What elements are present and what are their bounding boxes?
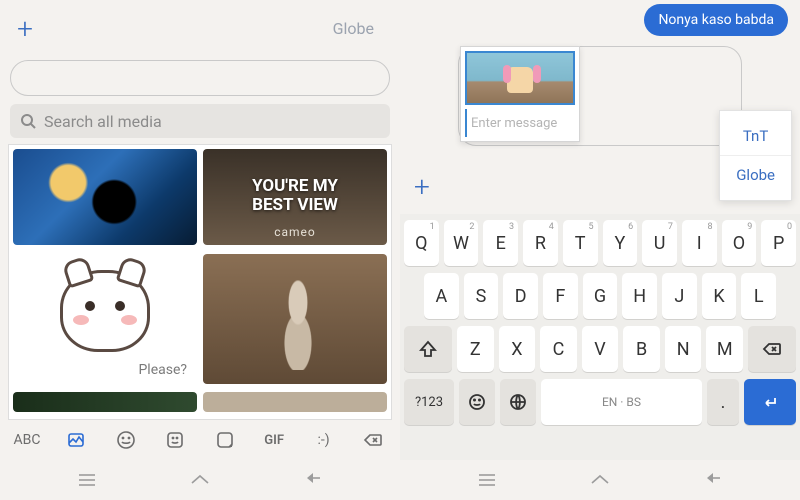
- key-e[interactable]: E3: [483, 220, 518, 266]
- search-icon: [20, 113, 36, 129]
- key-s[interactable]: S: [464, 273, 499, 319]
- gif-result[interactable]: YOU'RE MY BEST VIEW cameo: [203, 149, 387, 245]
- gif-brand: cameo: [203, 225, 387, 239]
- sim-label[interactable]: Globe: [333, 19, 390, 38]
- key-m[interactable]: M: [706, 326, 743, 372]
- gif-grid: YOU'RE MY BEST VIEW cameo Please?: [8, 144, 392, 420]
- compose-header: + Globe: [0, 0, 400, 56]
- backspace-icon[interactable]: [358, 430, 388, 450]
- key-l[interactable]: L: [741, 273, 776, 319]
- key-z[interactable]: Z: [457, 326, 494, 372]
- back-icon[interactable]: [300, 467, 326, 493]
- key-v[interactable]: V: [582, 326, 619, 372]
- right-screen: Nonya kaso babda Enter message + TnT Glo…: [400, 0, 800, 500]
- spacebar[interactable]: EN · BS: [541, 379, 702, 425]
- symbols-key[interactable]: ?123: [404, 379, 454, 425]
- attach-button[interactable]: +: [414, 170, 430, 203]
- emoji-key[interactable]: [459, 379, 495, 425]
- gif-result[interactable]: [13, 392, 197, 412]
- sim-option[interactable]: TnT: [720, 117, 791, 155]
- key-a[interactable]: A: [424, 273, 459, 319]
- emoji-tab-icon[interactable]: [111, 430, 141, 450]
- gif-caption: Please?: [138, 362, 187, 378]
- key-b[interactable]: B: [623, 326, 660, 372]
- period-key[interactable]: .: [707, 379, 739, 425]
- key-o[interactable]: O9: [722, 220, 757, 266]
- shift-key[interactable]: [404, 326, 452, 372]
- key-h[interactable]: H: [622, 273, 657, 319]
- soft-keyboard: Q1W2E3R4T5Y6U7I8O9P0 ASDFGHJKL ZXCVBNM ?…: [400, 214, 800, 460]
- key-r[interactable]: R4: [523, 220, 558, 266]
- message-input-outline[interactable]: [10, 60, 390, 96]
- back-icon[interactable]: [700, 467, 726, 493]
- keyboard-toolbar: ABC GIF :-): [0, 420, 400, 460]
- key-w[interactable]: W2: [444, 220, 479, 266]
- sticker-tab-icon[interactable]: [160, 430, 190, 450]
- backspace-key[interactable]: [748, 326, 796, 372]
- home-icon[interactable]: [587, 467, 613, 493]
- key-u[interactable]: U7: [642, 220, 677, 266]
- key-f[interactable]: F: [543, 273, 578, 319]
- attachment-preview[interactable]: Enter message: [460, 46, 580, 142]
- left-screen: + Globe Search all media YOU'RE MY BEST …: [0, 0, 400, 500]
- gif-caption: YOU'RE MY BEST VIEW: [203, 177, 387, 214]
- gif-result[interactable]: [13, 149, 197, 245]
- system-nav: [400, 460, 800, 500]
- key-y[interactable]: Y6: [603, 220, 638, 266]
- key-q[interactable]: Q1: [404, 220, 439, 266]
- attach-button[interactable]: +: [10, 13, 40, 43]
- abc-tab[interactable]: ABC: [12, 432, 42, 448]
- media-search[interactable]: Search all media: [10, 104, 390, 138]
- gif-result[interactable]: [203, 392, 387, 412]
- search-placeholder: Search all media: [44, 112, 162, 131]
- gif-result[interactable]: Please?: [13, 254, 197, 384]
- sim-selector-popup: TnT Globe: [719, 110, 792, 201]
- key-c[interactable]: C: [540, 326, 577, 372]
- gif-result[interactable]: [203, 254, 387, 384]
- message-input[interactable]: Enter message: [465, 109, 575, 137]
- system-nav: [0, 460, 400, 500]
- key-j[interactable]: J: [662, 273, 697, 319]
- home-icon[interactable]: [187, 467, 213, 493]
- recents-icon[interactable]: [474, 467, 500, 493]
- key-t[interactable]: T5: [563, 220, 598, 266]
- enter-key[interactable]: [744, 379, 796, 425]
- label-sticker-tab-icon[interactable]: [210, 430, 240, 450]
- input-placeholder: Enter message: [471, 116, 557, 131]
- received-message: Nonya kaso babda: [644, 4, 788, 36]
- recents-icon[interactable]: [74, 467, 100, 493]
- media-tab-icon[interactable]: [61, 430, 91, 450]
- key-i[interactable]: I8: [682, 220, 717, 266]
- key-x[interactable]: X: [499, 326, 536, 372]
- key-d[interactable]: D: [503, 273, 538, 319]
- language-key[interactable]: [500, 379, 536, 425]
- key-n[interactable]: N: [665, 326, 702, 372]
- key-g[interactable]: G: [583, 273, 618, 319]
- gif-tab[interactable]: GIF: [259, 433, 289, 448]
- emoticon-tab[interactable]: :-): [309, 432, 339, 448]
- sim-option[interactable]: Globe: [720, 155, 791, 194]
- attachment-thumbnail: [465, 51, 575, 105]
- key-p[interactable]: P0: [761, 220, 796, 266]
- key-k[interactable]: K: [702, 273, 737, 319]
